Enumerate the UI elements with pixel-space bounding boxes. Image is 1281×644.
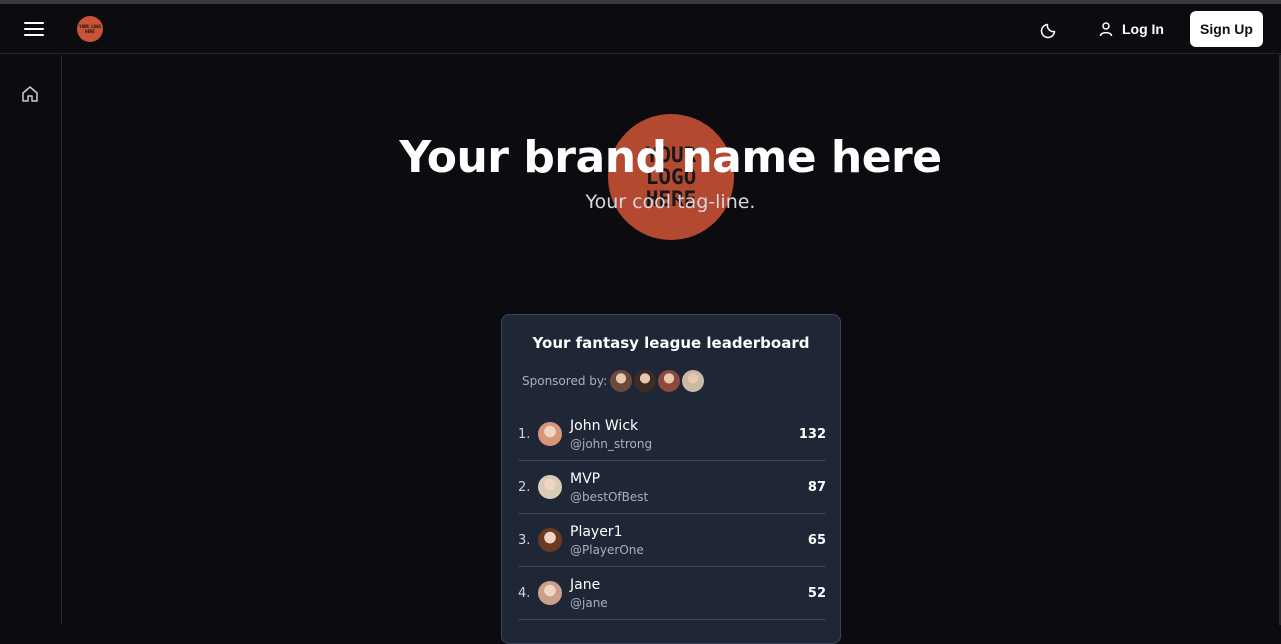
hamburger-icon-bar bbox=[24, 34, 44, 36]
sponsor-avatars bbox=[608, 368, 706, 394]
login-label: Log In bbox=[1122, 21, 1164, 37]
player-avatar bbox=[538, 528, 562, 552]
brand-title: Your brand name here bbox=[399, 132, 942, 183]
player-avatar bbox=[538, 581, 562, 605]
player-rank: 2. bbox=[518, 480, 531, 495]
hamburger-menu-button[interactable] bbox=[20, 16, 48, 42]
top-navbar: YOUR LOGO HERE Log In Sign Up bbox=[0, 4, 1281, 54]
moon-icon bbox=[1040, 23, 1056, 39]
home-icon bbox=[22, 86, 38, 102]
player-score: 132 bbox=[798, 427, 826, 442]
leaderboard-row[interactable]: 2. MVP @bestOfBest 87 bbox=[518, 461, 826, 514]
leaderboard-card: Your fantasy league leaderboard Sponsore… bbox=[501, 314, 841, 644]
theme-toggle-button[interactable] bbox=[1040, 19, 1060, 39]
player-handle: @PlayerOne bbox=[570, 543, 644, 557]
player-score: 52 bbox=[807, 586, 826, 601]
player-score: 65 bbox=[807, 533, 826, 548]
player-handle: @jane bbox=[570, 596, 608, 610]
player-name: Player1 bbox=[570, 524, 623, 540]
leaderboard-row[interactable]: 4. Jane @jane 52 bbox=[518, 567, 826, 620]
hamburger-icon-bar bbox=[24, 28, 44, 30]
player-score: 87 bbox=[807, 480, 826, 495]
player-rank: 3. bbox=[518, 533, 531, 548]
sidebar-item-home[interactable] bbox=[20, 84, 40, 104]
player-rank: 4. bbox=[518, 586, 531, 601]
sponsor-avatar[interactable] bbox=[632, 368, 658, 394]
player-name: MVP bbox=[570, 471, 601, 487]
tagline: Your cool tag-line. bbox=[585, 191, 756, 213]
player-handle: @john_strong bbox=[570, 437, 653, 451]
leaderboard-row[interactable]: 3. Player1 @PlayerOne 65 bbox=[518, 514, 826, 567]
player-name: John Wick bbox=[570, 418, 639, 434]
user-icon bbox=[1099, 22, 1113, 37]
player-rank: 1. bbox=[518, 427, 531, 442]
signup-button[interactable]: Sign Up bbox=[1190, 11, 1263, 47]
hamburger-icon-bar bbox=[24, 22, 44, 24]
nav-logo-text: YOUR LOGO HERE bbox=[79, 24, 101, 34]
nav-logo[interactable]: YOUR LOGO HERE bbox=[77, 16, 103, 42]
player-avatar bbox=[538, 475, 562, 499]
sponsored-label: Sponsored by: bbox=[522, 374, 608, 388]
player-handle: @bestOfBest bbox=[570, 490, 649, 504]
leaderboard-list: 1. John Wick @john_strong 132 2. MVP @be… bbox=[518, 408, 826, 620]
signup-label: Sign Up bbox=[1200, 21, 1253, 37]
sponsor-avatar[interactable] bbox=[656, 368, 682, 394]
player-avatar bbox=[538, 422, 562, 446]
sponsor-avatar[interactable] bbox=[608, 368, 634, 394]
player-name: Jane bbox=[570, 577, 601, 593]
login-button[interactable]: Log In bbox=[1090, 14, 1172, 44]
sponsor-avatar[interactable] bbox=[680, 368, 706, 394]
leaderboard-title: Your fantasy league leaderboard bbox=[532, 334, 810, 352]
leaderboard-row[interactable]: 1. John Wick @john_strong 132 bbox=[518, 408, 826, 461]
